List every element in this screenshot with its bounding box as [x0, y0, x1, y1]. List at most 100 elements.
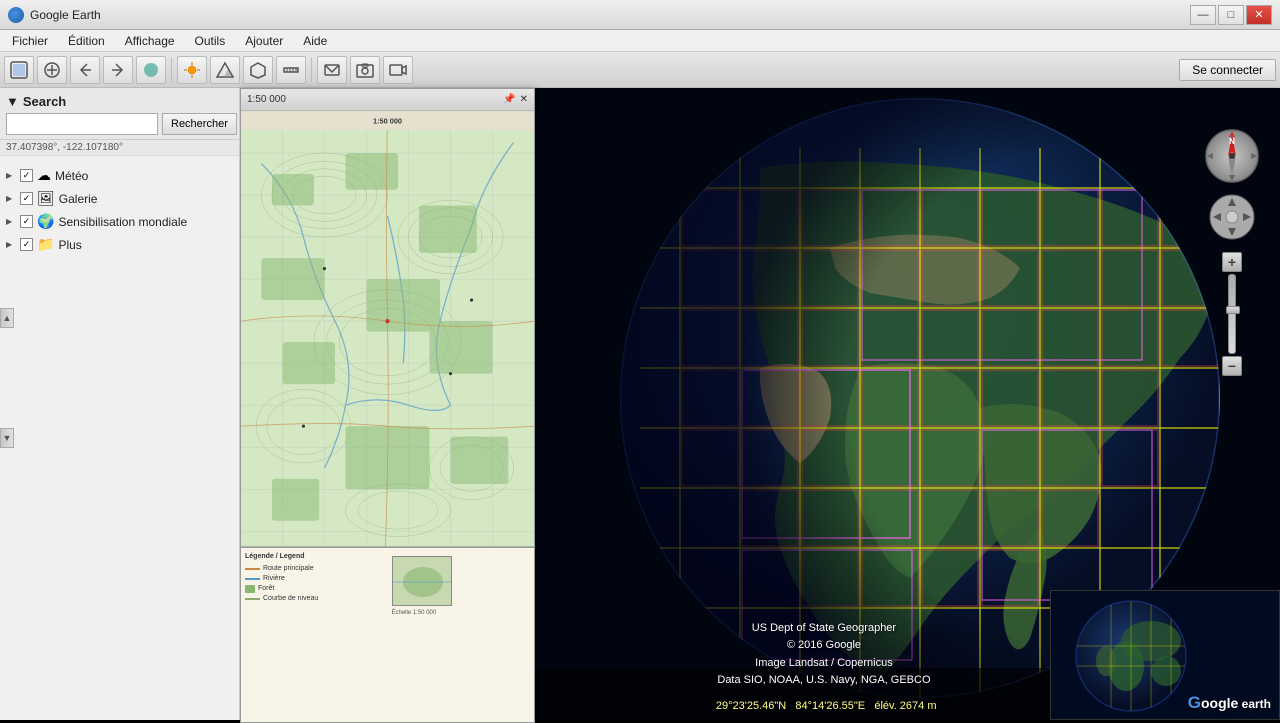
pan-control	[1207, 192, 1257, 242]
attribution-line1: US Dept of State Geographer	[717, 620, 930, 638]
connect-button[interactable]: Se connecter	[1179, 59, 1276, 81]
earth-icon	[8, 7, 24, 23]
mini-globe-logo: Google earth	[1188, 693, 1271, 713]
legend-text: Légende / Legend Route principale Rivièr…	[245, 552, 384, 718]
icon-plus: 📁	[37, 236, 54, 253]
svg-text:1:50 000: 1:50 000	[373, 117, 402, 126]
legend-road-label: Route principale	[263, 564, 314, 573]
layer-sensibilisation[interactable]: ▶ ✓ 🌍 Sensibilisation mondiale	[4, 210, 235, 233]
legend-scale: Échelle 1:50 000	[392, 610, 531, 616]
map-overlay: 1:50 000 📌 ✕	[240, 88, 535, 548]
search-title[interactable]: ▼ Search	[6, 94, 66, 109]
expand-arrow-galerie: ▶	[6, 194, 16, 203]
map-overlay-header: 1:50 000 📌 ✕	[241, 89, 534, 111]
toolbar-email2-button[interactable]	[317, 56, 347, 84]
toolbar: Se connecter	[0, 52, 1280, 88]
close-button[interactable]: ✕	[1246, 5, 1272, 25]
titlebar: Google Earth — □ ✕	[0, 0, 1280, 30]
titlebar-controls: — □ ✕	[1190, 5, 1272, 25]
attribution-line4: Data SIO, NOAA, U.S. Navy, NGA, GEBCO	[717, 672, 930, 690]
layers-list: ▶ ✓ ☁ Météo ▶ ✓ 🖼 Galerie ▶ ✓ 🌍 Sensibil…	[4, 164, 235, 256]
attribution-line3: Image Landsat / Copernicus	[717, 655, 930, 673]
label-galerie: Galerie	[59, 192, 98, 206]
menu-edition[interactable]: Édition	[60, 32, 113, 50]
legend-forest-label: Forêt	[258, 584, 274, 593]
search-input-row: Rechercher	[6, 113, 233, 135]
menu-aide[interactable]: Aide	[295, 32, 335, 50]
nav-up-arrow[interactable]: ▲	[0, 308, 14, 328]
map-pin-btn[interactable]: 📌	[503, 94, 515, 105]
search-section: ▼ Search Rechercher	[0, 88, 239, 140]
attribution: US Dept of State Geographer © 2016 Googl…	[717, 620, 930, 690]
menu-affichage[interactable]: Affichage	[117, 32, 183, 50]
toolbar-email-button[interactable]	[136, 56, 166, 84]
zoom-thumb[interactable]	[1226, 306, 1240, 314]
toolbar-separator-2	[311, 58, 312, 82]
zoom-controls: + −	[1222, 252, 1242, 376]
menubar: Fichier Édition Affichage Outils Ajouter…	[0, 30, 1280, 52]
toolbar-right: Se connecter	[1179, 59, 1276, 81]
coordinates-display: 29°23'25.46"N 84°14'26.55"E élév. 2674 m	[716, 700, 937, 712]
toolbar-back-button[interactable]	[70, 56, 100, 84]
layer-meteo[interactable]: ▶ ✓ ☁ Météo	[4, 164, 235, 187]
icon-meteo: ☁	[37, 167, 51, 184]
toolbar-grid-button[interactable]	[243, 56, 273, 84]
checkbox-galerie[interactable]: ✓	[20, 192, 33, 205]
legend-title: Légende / Legend	[245, 552, 384, 561]
map-overlay-controls: 📌 ✕	[503, 94, 528, 105]
toolbar-forward-button[interactable]	[103, 56, 133, 84]
nav-down-arrow[interactable]: ▼	[0, 428, 14, 448]
zoom-out-button[interactable]: −	[1222, 356, 1242, 376]
legend-right: Échelle 1:50 000	[392, 552, 531, 718]
search-button[interactable]: Rechercher	[162, 113, 237, 135]
label-sensibilisation: Sensibilisation mondiale	[58, 215, 187, 229]
legend-content: Légende / Legend Route principale Rivièr…	[245, 552, 530, 718]
toolbar-sun-button[interactable]	[177, 56, 207, 84]
icon-sensibilisation: 🌍	[37, 213, 54, 230]
minimize-button[interactable]: —	[1190, 5, 1216, 25]
checkbox-meteo[interactable]: ✓	[20, 169, 33, 182]
legend-forest: Forêt	[245, 584, 384, 593]
mini-globe: Google earth	[1050, 590, 1280, 720]
zoom-slider[interactable]	[1228, 274, 1236, 354]
expand-arrow-meteo: ▶	[6, 171, 16, 180]
titlebar-title: Google Earth	[30, 8, 101, 22]
toolbar-separator-1	[171, 58, 172, 82]
toolbar-nav-button[interactable]	[4, 56, 34, 84]
toolbar-mountain-button[interactable]	[210, 56, 240, 84]
menu-fichier[interactable]: Fichier	[4, 32, 56, 50]
expand-arrow-plus: ▶	[6, 240, 16, 249]
search-input[interactable]	[6, 113, 158, 135]
topo-map-svg: 1:50 000	[241, 111, 534, 547]
toolbar-photo-button[interactable]	[350, 56, 380, 84]
layer-galerie[interactable]: ▶ ✓ 🖼 Galerie	[4, 187, 235, 210]
toolbar-add-button[interactable]	[37, 56, 67, 84]
label-plus: Plus	[58, 238, 81, 252]
legend-river: Rivière	[245, 574, 384, 583]
toolbar-video-button[interactable]	[383, 56, 413, 84]
menu-outils[interactable]: Outils	[187, 32, 234, 50]
legend-contour: Courbe de niveau	[245, 594, 384, 603]
map-close-btn[interactable]: ✕	[520, 94, 528, 105]
maximize-button[interactable]: □	[1218, 5, 1244, 25]
checkbox-sensibilisation[interactable]: ✓	[20, 215, 33, 228]
left-panel: ▼ Search Rechercher 37.407398°, -122.107…	[0, 88, 240, 720]
checkbox-plus[interactable]: ✓	[20, 238, 33, 251]
search-arrow: ▼	[6, 94, 19, 109]
map-legend: Légende / Legend Route principale Rivièr…	[240, 548, 535, 723]
attribution-line2: © 2016 Google	[717, 637, 930, 655]
layer-plus[interactable]: ▶ ✓ 📁 Plus	[4, 233, 235, 256]
toolbar-ruler-button[interactable]	[276, 56, 306, 84]
zoom-in-button[interactable]: +	[1222, 252, 1242, 272]
coords-text: 37.407398°, -122.107180°	[6, 142, 123, 153]
search-header: ▼ Search	[6, 94, 233, 109]
menu-ajouter[interactable]: Ajouter	[237, 32, 291, 50]
legend-mini-map	[392, 556, 452, 606]
compass[interactable]: N	[1204, 128, 1260, 184]
icon-galerie: 🖼	[37, 190, 55, 207]
label-meteo: Météo	[55, 169, 88, 183]
legend-river-label: Rivière	[263, 574, 285, 583]
titlebar-left: Google Earth	[8, 7, 101, 23]
topo-map: 1:50 000	[241, 111, 534, 547]
map-scale: 1:50 000	[247, 94, 286, 105]
